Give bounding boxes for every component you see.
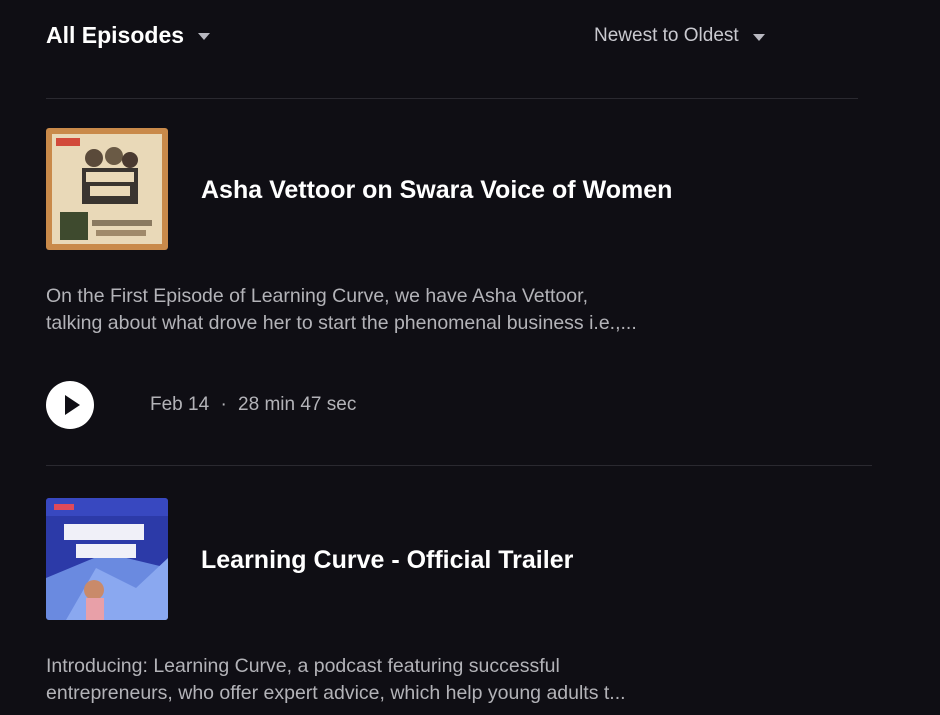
- episode-description-line: talking about what drove her to start th…: [46, 312, 637, 334]
- episode-description-line: On the First Episode of Learning Curve, …: [46, 285, 588, 307]
- episode-item[interactable]: Learning Curve - Official Trailer Introd…: [46, 498, 876, 715]
- sort-order-dropdown[interactable]: Newest to Oldest: [594, 25, 765, 47]
- episode-description: Introducing: Learning Curve, a podcast f…: [46, 653, 876, 707]
- caret-down-icon: [198, 33, 211, 40]
- play-button[interactable]: [46, 381, 94, 429]
- divider: [46, 98, 858, 99]
- episode-title[interactable]: Asha Vettoor on Swara Voice of Women: [201, 176, 672, 205]
- caret-down-icon: [752, 33, 765, 41]
- episode-meta: Feb 14 · 28 min 47 sec: [150, 394, 356, 416]
- episode-filter-dropdown[interactable]: All Episodes: [46, 22, 211, 49]
- episode-description-line: Introducing: Learning Curve, a podcast f…: [46, 655, 560, 677]
- episode-item[interactable]: Asha Vettoor on Swara Voice of Women On …: [46, 128, 876, 438]
- episode-title[interactable]: Learning Curve - Official Trailer: [201, 546, 573, 575]
- play-icon: [65, 395, 80, 415]
- episode-cover-image: [46, 498, 168, 620]
- filter-label: All Episodes: [46, 22, 185, 48]
- episode-cover-image: [46, 128, 168, 250]
- sort-label: Newest to Oldest: [594, 25, 739, 46]
- meta-separator: ·: [220, 394, 227, 415]
- episode-description: On the First Episode of Learning Curve, …: [46, 283, 876, 337]
- episode-date: Feb 14: [150, 394, 210, 415]
- episode-meta-row: Feb 14 · 28 min 47 sec: [46, 381, 356, 429]
- episodes-header: All Episodes Newest to Oldest: [46, 22, 866, 62]
- divider: [46, 465, 872, 466]
- episode-description-line: entrepreneurs, who offer expert advice, …: [46, 682, 626, 704]
- episode-duration: 28 min 47 sec: [238, 394, 357, 415]
